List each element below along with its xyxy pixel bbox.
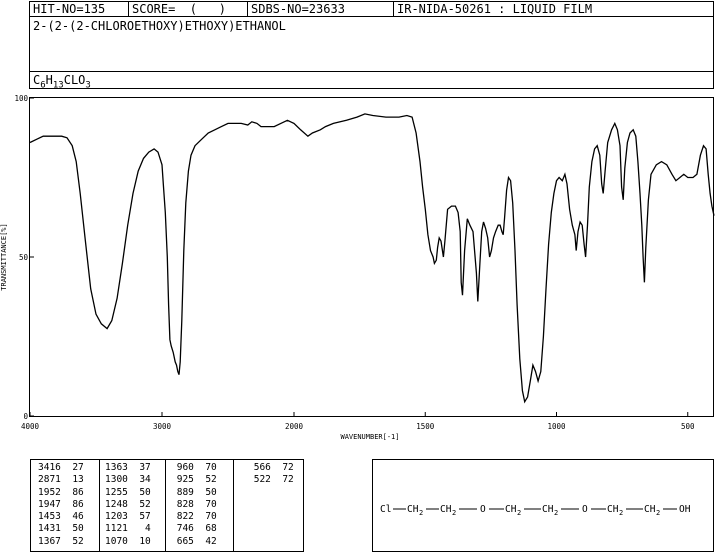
x-tick-label: 500 — [681, 422, 695, 431]
peak-table-divider — [165, 460, 166, 551]
x-axis-ticks: 4000 3000 2000 1500 1000 500 — [21, 412, 695, 431]
peak-row: 1121 4 — [105, 523, 151, 535]
methylene-group: CH — [440, 504, 452, 515]
peak-row: 1453 46 — [38, 511, 84, 523]
structure-formula: Cl CH 2 CH 2 O CH 2 CH 2 O CH 2 CH 2 OH — [380, 504, 691, 517]
peak-table-divider — [99, 460, 100, 551]
peak-row: 960 70 — [171, 462, 217, 473]
y-tick-label: 100 — [14, 94, 28, 103]
hydroxyl-group: OH — [679, 504, 691, 515]
header-top-row: HIT-NO=135 SCORE= ( ) SDBS-NO=23633 IR-N… — [30, 2, 713, 17]
subscript: 2 — [619, 509, 623, 517]
peak-row: 1300 34 — [105, 474, 151, 486]
ir-info: IR-NIDA-50261 : LIQUID FILM — [397, 2, 593, 16]
peak-row: 1070 10 — [105, 535, 151, 547]
peak-row: 822 70 — [171, 511, 217, 523]
structure-panel: Cl CH 2 CH 2 O CH 2 CH 2 O CH 2 CH 2 OH — [372, 459, 714, 552]
x-tick-label: 1500 — [416, 422, 435, 431]
y-tick-label: 50 — [19, 253, 29, 262]
x-tick-label: 3000 — [153, 422, 172, 431]
peak-row: 1431 50 — [38, 523, 84, 535]
peak-row: 2871 13 — [38, 474, 84, 486]
peak-row: 3416 27 — [38, 462, 84, 473]
peak-row: 925 52 — [171, 474, 217, 486]
methylene-group: CH — [644, 504, 656, 515]
peak-row: 1363 37 — [105, 462, 151, 473]
peak-column: 1363 37 1300 34 1255 50 1248 52 1203 57 1121 … — [105, 462, 151, 548]
peak-row: 1255 50 — [105, 486, 151, 498]
plot-frame — [29, 97, 714, 417]
oxygen-atom: O — [480, 504, 486, 515]
y-axis-label: TRANSMITTANCE[%] — [0, 223, 8, 290]
peak-row: 828 70 — [171, 498, 217, 510]
methylene-group: CH — [505, 504, 517, 515]
peak-row: 522 72 — [248, 474, 294, 486]
peak-row: 1248 52 — [105, 498, 151, 510]
subscript: 2 — [452, 509, 456, 517]
formula-divider — [30, 71, 713, 72]
peak-column: 960 70 925 52 889 50 828 70 822 70 746 6… — [171, 462, 217, 548]
hit-number: HIT-NO=135 — [33, 2, 106, 16]
subscript: 2 — [656, 509, 660, 517]
peak-column: 566 72 522 72 — [248, 462, 294, 487]
x-axis-label: WAVENUMBER[-1] — [340, 433, 399, 441]
peak-row: 1947 86 — [38, 498, 84, 510]
header-panel: HIT-NO=135 SCORE= ( ) SDBS-NO=23633 IR-N… — [29, 1, 714, 90]
oxygen-atom: O — [582, 504, 588, 515]
peak-row: 889 50 — [171, 486, 217, 498]
peak-row: 1952 86 — [38, 486, 84, 498]
methylene-group: CH — [607, 504, 619, 515]
sdbs-number: SDBS-NO=23633 — [251, 2, 345, 16]
x-tick-label: 4000 — [21, 422, 40, 431]
y-axis-ticks: 0 50 100 — [14, 94, 34, 421]
subscript: 2 — [419, 509, 423, 517]
peak-column: 3416 27 2871 13 1952 86 1947 86 1453 46 1431 … — [38, 462, 84, 548]
subscript: 2 — [554, 509, 558, 517]
chlorine-atom: Cl — [380, 504, 391, 515]
peak-row: 566 72 — [248, 462, 294, 473]
y-tick-label: 0 — [23, 412, 28, 421]
transmittance-curve — [29, 113, 715, 404]
methylene-group: CH — [407, 504, 419, 515]
subscript: 2 — [517, 509, 521, 517]
methylene-group: CH — [542, 504, 554, 515]
x-tick-label: 2000 — [285, 422, 304, 431]
peak-table: 3416 27 2871 13 1952 86 1947 86 1453 46 1431 … — [30, 459, 304, 552]
peak-row: 1367 52 — [38, 535, 84, 547]
x-tick-label: 1000 — [547, 422, 566, 431]
score-field: SCORE= ( ) — [132, 2, 226, 16]
peak-row: 1203 57 — [105, 511, 151, 523]
peak-row: 746 68 — [171, 523, 217, 535]
ir-spectrum-chart: 4000 3000 2000 1500 1000 500 0 50 100 WAVENUMBE… — [0, 94, 715, 441]
peak-table-divider — [233, 460, 234, 551]
peak-row: 665 42 — [171, 535, 217, 547]
compound-name: 2-(2-(2-CHLOROETHOXY)ETHOXY)ETHANOL — [33, 19, 286, 33]
